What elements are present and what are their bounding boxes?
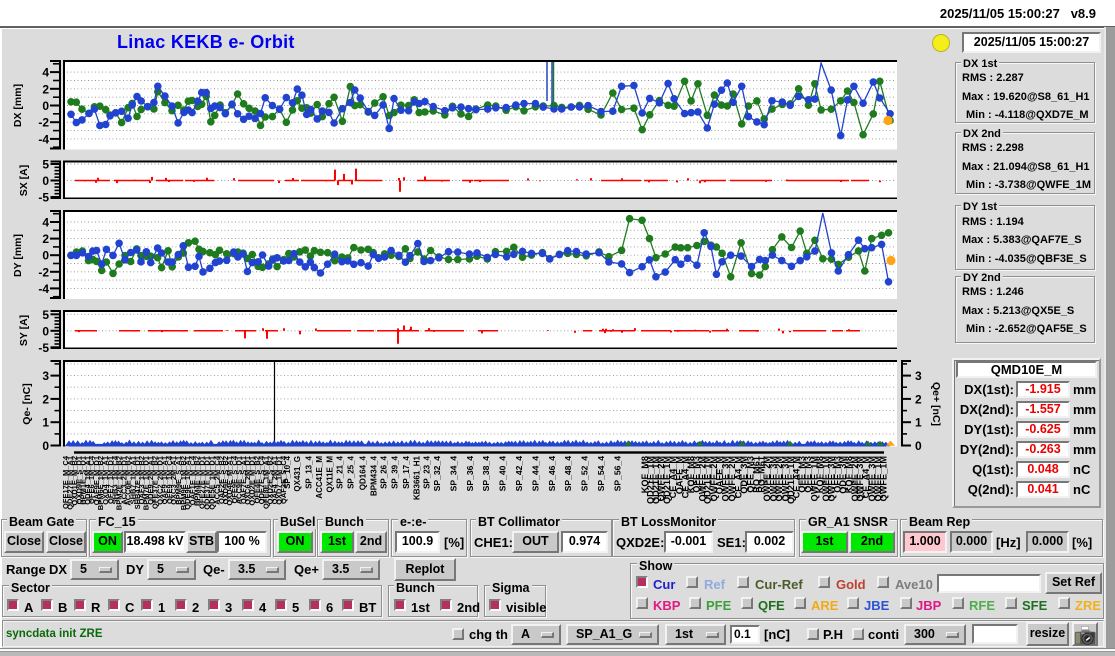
svg-text:5: 5 — [42, 308, 49, 322]
svg-text:SP_38_4: SP_38_4 — [481, 456, 491, 492]
svg-text:4: 4 — [42, 66, 49, 80]
svg-text:DY [mm]: DY [mm] — [12, 234, 24, 277]
svg-text:SY [A]: SY [A] — [18, 315, 30, 346]
svg-text:-4: -4 — [38, 282, 49, 296]
svg-text:-5: -5 — [38, 341, 49, 355]
svg-text:SP_44_4: SP_44_4 — [530, 456, 540, 492]
svg-text:SP_32_4: SP_32_4 — [432, 456, 442, 492]
svg-text:1: 1 — [42, 416, 49, 430]
svg-text:0: 0 — [42, 249, 49, 263]
svg-text:SP_17_4: SP_17_4 — [402, 455, 411, 488]
svg-text:SP_40_4: SP_40_4 — [498, 456, 508, 492]
svg-text:QWFE_1M: QWFE_1M — [879, 456, 889, 502]
svg-text:2: 2 — [915, 392, 922, 406]
svg-text:SP_23_4: SP_23_4 — [423, 455, 432, 488]
svg-text:3: 3 — [915, 369, 922, 383]
svg-text:SP_10_4: SP_10_4 — [283, 455, 292, 488]
svg-text:KB3661_H1: KB3661_H1 — [412, 455, 421, 500]
svg-text:-2: -2 — [38, 265, 49, 279]
svg-text:Qe+ [nC]: Qe+ [nC] — [930, 382, 942, 426]
svg-text:-5: -5 — [38, 191, 49, 205]
svg-text:BPM434_4: BPM434_4 — [369, 455, 378, 496]
svg-text:QX11E_M: QX11E_M — [325, 456, 334, 493]
svg-text:SP_26_4: SP_26_4 — [380, 455, 389, 488]
svg-text:SP_13_4: SP_13_4 — [305, 455, 314, 488]
svg-text:SP_46_4: SP_46_4 — [547, 456, 557, 492]
svg-text:0: 0 — [42, 99, 49, 113]
svg-text:SP_21_4: SP_21_4 — [336, 455, 345, 488]
svg-text:QX431_G: QX431_G — [293, 456, 302, 492]
svg-text:SP_25_4: SP_25_4 — [347, 455, 356, 488]
svg-text:QD164_4: QD164_4 — [358, 455, 367, 490]
svg-text:SX [A]: SX [A] — [18, 165, 30, 197]
svg-text:SP_39_4: SP_39_4 — [391, 455, 400, 488]
svg-text:ACC41E_M: ACC41E_M — [315, 456, 324, 499]
svg-text:2: 2 — [42, 82, 49, 96]
svg-text:2: 2 — [42, 392, 49, 406]
svg-text:0: 0 — [42, 324, 49, 338]
svg-text:0: 0 — [915, 439, 922, 453]
svg-text:DX [mm]: DX [mm] — [12, 84, 24, 127]
svg-text:-2: -2 — [38, 116, 49, 130]
svg-text:SP_52_4: SP_52_4 — [580, 456, 590, 492]
svg-text:SP_36_4: SP_36_4 — [465, 456, 475, 492]
svg-text:0: 0 — [42, 174, 49, 188]
svg-text:4: 4 — [42, 216, 49, 230]
svg-text:1: 1 — [915, 416, 922, 430]
svg-text:-4: -4 — [38, 132, 49, 146]
svg-text:0: 0 — [42, 439, 49, 453]
svg-text:SP_54_4: SP_54_4 — [596, 456, 606, 492]
svg-text:SP_48_4: SP_48_4 — [563, 456, 573, 492]
svg-text:3: 3 — [42, 369, 49, 383]
svg-text:5: 5 — [42, 158, 49, 172]
svg-text:SP_42_4: SP_42_4 — [514, 456, 524, 492]
svg-text:Qe- [nC]: Qe- [nC] — [21, 383, 33, 424]
svg-text:2: 2 — [42, 232, 49, 246]
svg-text:SP_56_4: SP_56_4 — [612, 456, 622, 492]
svg-text:SP_34_4: SP_34_4 — [448, 456, 458, 492]
